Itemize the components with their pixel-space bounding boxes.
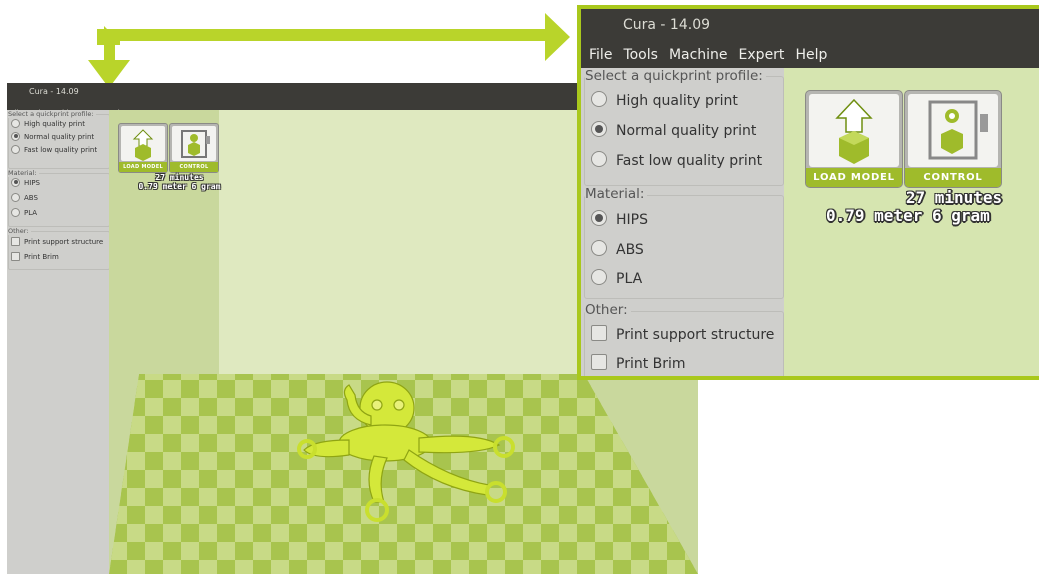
checkbox-icon [591,354,607,370]
zoom-menu-machine[interactable]: Machine [669,47,728,63]
brim-checkbox[interactable]: Print Brim [11,251,59,263]
printer-icon [928,100,988,160]
zoom-print-material: 0.79 meter 6 gram [826,206,990,225]
zoom-menu-help[interactable]: Help [795,47,827,63]
radio-selected-icon [591,121,607,137]
support-checkbox[interactable]: Print support structure [11,236,103,248]
load-model-button[interactable]: LOAD MODEL [118,123,168,173]
settings-sidebar: Select a quickprint profile: High qualit… [7,110,110,574]
zoom-load-model-button[interactable]: LOAD MODEL [805,90,903,188]
zoom-control-button[interactable]: CONTROL [904,90,1002,188]
profile-normal-radio[interactable]: Normal quality print [11,131,94,143]
profile-fast-radio[interactable]: Fast low quality print [11,144,97,156]
zoom-profile-fast-radio[interactable]: Fast low quality print [591,150,762,172]
zoom-support-checkbox[interactable]: Print support structure [591,324,774,346]
zoom-profile-header: Select a quickprint profile: [585,68,766,84]
zoom-menu-expert[interactable]: Expert [739,47,785,63]
zoom-menu-file[interactable]: File [589,47,612,63]
radio-icon [591,240,607,256]
checkbox-icon [591,325,607,341]
zoom-menu-bar: File Tools Machine Expert Help [581,42,1039,68]
zoom-titlebar: Cura - 14.09 [581,9,1039,42]
zoom-material-header: Material: [585,186,648,202]
radio-icon [11,144,20,154]
control-button[interactable]: CONTROL [169,123,219,173]
profile-high-radio[interactable]: High quality print [11,118,85,130]
upload-arrow-icon [132,129,154,161]
profile-header: Select a quickprint profile: [8,110,96,118]
other-header: Other: [8,227,31,235]
radio-icon [591,91,607,107]
zoom-settings-sidebar: Select a quickprint profile: High qualit… [581,68,784,376]
radio-selected-icon [11,177,20,187]
radio-icon [591,269,607,285]
zoom-profile-normal-radio[interactable]: Normal quality print [591,120,756,142]
radio-icon [11,207,20,217]
zoom-material-abs-radio[interactable]: ABS [591,239,644,261]
zoom-other-header: Other: [585,302,631,318]
cube-icon [135,144,151,161]
material-abs-radio[interactable]: ABS [11,192,38,204]
location-pin-icon [190,134,198,142]
zoomed-detail-panel: Cura - 14.09 File Tools Machine Expert Help … [577,5,1039,380]
printer-icon [181,130,210,158]
radio-icon [11,192,20,202]
zoom-material-pla-radio[interactable]: PLA [591,268,642,290]
checkbox-icon [11,236,20,246]
radio-icon [11,118,20,128]
material-hips-radio[interactable]: HIPS [11,177,40,189]
material-pla-radio[interactable]: PLA [11,207,37,219]
zoom-material-hips-radio[interactable]: HIPS [591,209,648,231]
zoom-profile-high-radio[interactable]: High quality print [591,90,738,112]
radio-selected-icon [11,131,20,141]
zoom-viewport: LOAD MODEL CONTROL 27 minutes 0.79 meter… [784,68,1039,376]
zoom-print-time: 27 minutes [905,188,1003,207]
material-header: Material: [8,169,39,177]
radio-selected-icon [591,210,607,226]
print-material: 0.79 meter 6 gram [138,182,221,191]
radio-icon [591,151,607,167]
zoom-menu-tools[interactable]: Tools [623,47,658,63]
upload-arrow-icon [835,98,873,164]
print-time: 27 minutes [155,173,204,182]
checkbox-icon [11,251,20,261]
zoom-brim-checkbox[interactable]: Print Brim [591,353,686,375]
